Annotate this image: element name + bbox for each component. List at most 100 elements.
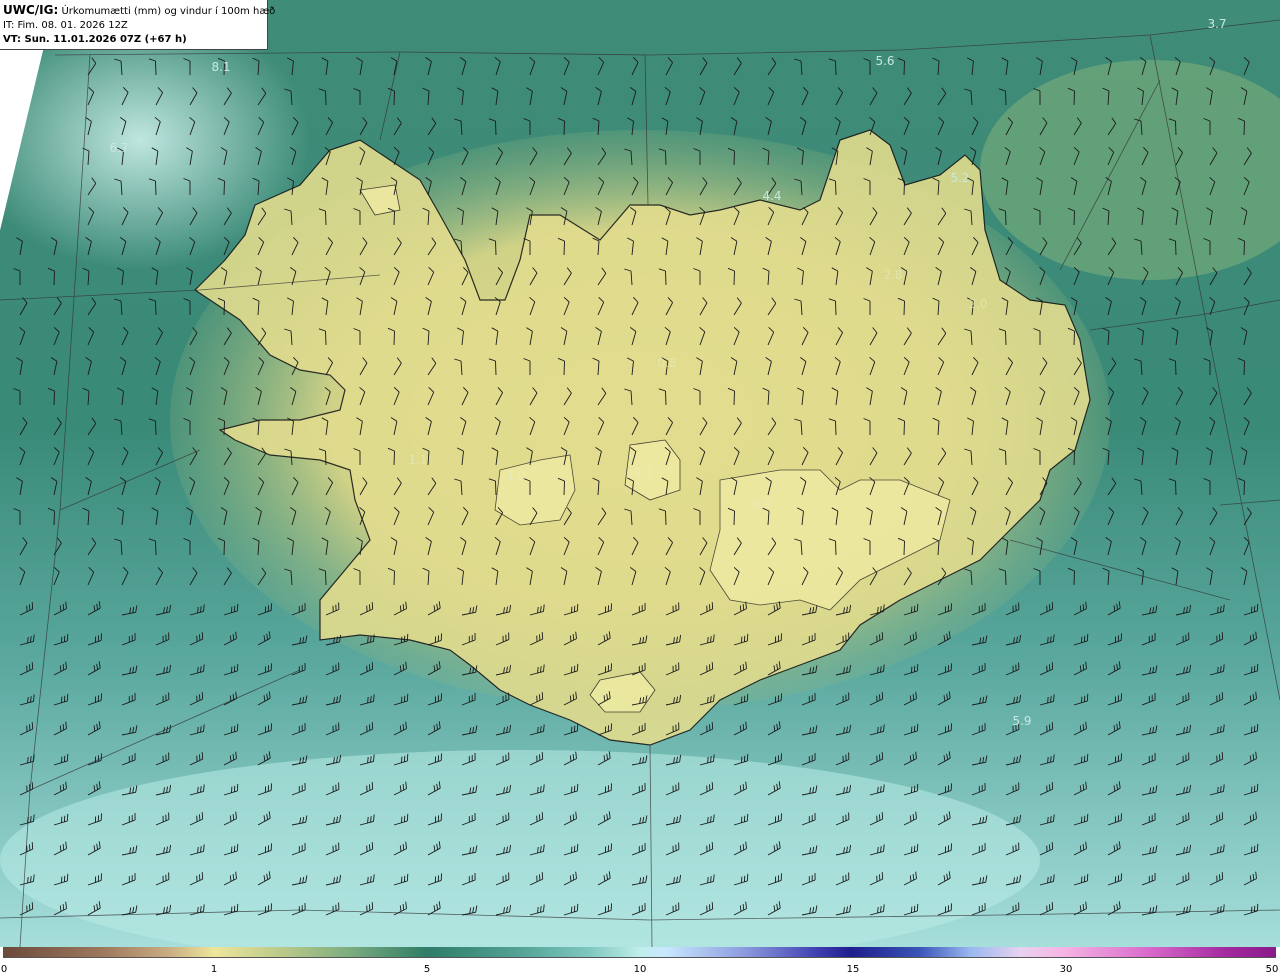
wind-barb: [155, 420, 157, 436]
value-label: 5.6: [875, 54, 895, 68]
wind-barb-feather: [711, 722, 714, 730]
wind-barb-feather: [711, 842, 714, 850]
value-label: 5.9: [1012, 714, 1032, 728]
wind-barb-feather: [232, 874, 235, 881]
wind-barb: [1073, 210, 1075, 226]
wind-barb-feather: [572, 814, 575, 821]
wind-barb: [563, 480, 565, 496]
wind-barb-feather: [537, 726, 539, 734]
value-label: 8.1: [211, 60, 231, 74]
wind-barb-feather: [1217, 666, 1219, 674]
model-code: UWC/IG:: [3, 3, 59, 17]
colorbar-tick: 10: [633, 964, 647, 975]
wind-barb-feather: [912, 634, 915, 641]
wind-barb: [325, 570, 327, 586]
wind-barb: [665, 270, 667, 286]
wind-barb: [1175, 480, 1177, 496]
wind-barb-feather: [707, 756, 709, 764]
wind-barb-feather: [371, 722, 374, 730]
wind-barb: [495, 480, 497, 496]
wind-barb-feather: [1221, 872, 1224, 880]
value-label: 2.8: [883, 268, 903, 282]
wind-barb: [835, 60, 837, 76]
wind-barb-feather: [881, 632, 884, 640]
colorbar-tick: 0: [0, 964, 8, 975]
wind-barb-feather: [201, 812, 204, 820]
wind-barb: [563, 240, 565, 256]
colorbar-tick: 15: [846, 964, 860, 975]
wind-barb-feather: [371, 602, 374, 610]
wind-barb: [495, 120, 497, 136]
forecast-map: 3.7 5.6 8.1 6.7 5.2 4.4 2.8 2.0 0.8 1.1 …: [0, 0, 1280, 947]
wind-barb-feather: [402, 724, 405, 731]
wind-barb-feather: [1221, 632, 1224, 640]
wind-barb-feather: [1217, 786, 1219, 794]
wind-barb-feather: [232, 634, 235, 641]
wind-barb-feather: [371, 842, 374, 850]
wind-barb: [325, 210, 327, 226]
wind-barb: [1073, 450, 1075, 466]
wind-barb: [563, 360, 565, 376]
wind-barb-feather: [232, 754, 235, 761]
wind-barb-feather: [1082, 724, 1085, 731]
wind-barb-feather: [707, 636, 709, 644]
wind-barb-feather: [62, 724, 65, 731]
wind-barb-feather: [572, 754, 575, 761]
wind-barb: [155, 300, 157, 316]
wind-barb-feather: [537, 906, 539, 914]
wind-barb: [223, 420, 225, 436]
wind-barb-feather: [742, 784, 745, 791]
wind-barb-feather: [402, 844, 405, 851]
wind-barb: [1175, 120, 1177, 136]
wind-barb: [1243, 360, 1245, 376]
wind-barb: [325, 450, 327, 466]
wind-barb-feather: [541, 812, 544, 820]
wind-barb-feather: [201, 692, 204, 700]
wind-barb-feather: [742, 844, 745, 851]
wind-barb: [325, 330, 327, 346]
wind-barb: [393, 330, 395, 346]
wind-barb-feather: [1082, 604, 1085, 611]
wind-barb-feather: [367, 636, 369, 644]
wind-barb-feather: [201, 632, 204, 640]
wind-barb-feather: [27, 756, 29, 764]
wind-barb-feather: [62, 844, 65, 851]
wind-barb-feather: [197, 606, 199, 614]
wind-barb-feather: [711, 602, 714, 610]
wind-barb: [393, 210, 395, 226]
wind-barb-feather: [31, 782, 34, 790]
wind-barb-feather: [62, 904, 65, 911]
wind-barb: [393, 450, 395, 466]
wind-barb-feather: [197, 906, 199, 914]
wind-barb: [733, 390, 735, 406]
wind-barb-feather: [912, 874, 915, 881]
wind-barb-feather: [1082, 664, 1085, 671]
wind-barb-feather: [1047, 696, 1049, 704]
value-label: 2.0: [968, 297, 988, 311]
wind-barb-feather: [62, 604, 65, 611]
value-label: 0.8: [657, 356, 677, 370]
wind-barb: [903, 180, 905, 196]
wind-barb-feather: [232, 694, 235, 701]
value-label: 0.7: [633, 466, 653, 480]
wind-barb: [835, 300, 837, 316]
wind-barb: [53, 390, 55, 406]
wind-barb-feather: [912, 754, 915, 761]
wind-barb-feather: [1217, 726, 1219, 734]
wind-barb-feather: [541, 632, 544, 640]
wind-barb-feather: [31, 842, 34, 850]
wind-barb-feather: [881, 752, 884, 760]
wind-barb-feather: [537, 786, 539, 794]
wind-barb: [495, 360, 497, 376]
wind-barb: [665, 510, 667, 526]
wind-barb-feather: [742, 664, 745, 671]
wind-barb: [1073, 570, 1075, 586]
wind-barb-feather: [62, 784, 65, 791]
wind-barb-feather: [537, 606, 539, 614]
wind-barb-feather: [1217, 906, 1219, 914]
wind-barb-feather: [367, 696, 369, 704]
wind-barb-feather: [877, 906, 879, 914]
colorbar: 0 1 5 10 15 30 50: [0, 947, 1280, 978]
wind-barb-feather: [877, 786, 879, 794]
wind-barb-feather: [881, 812, 884, 820]
